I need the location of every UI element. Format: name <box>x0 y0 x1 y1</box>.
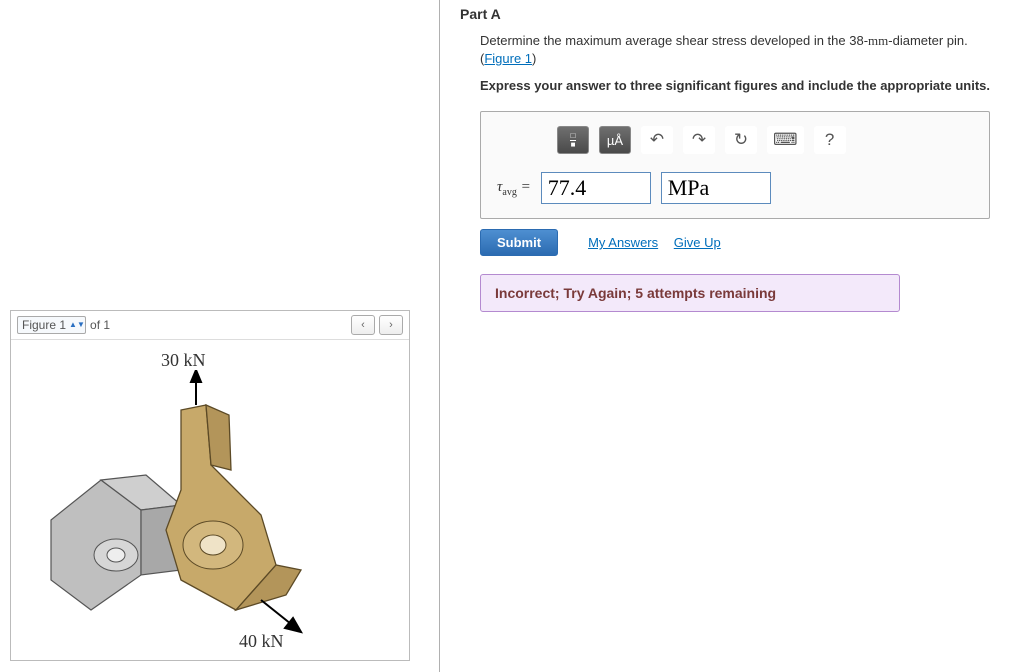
feedback-message: Incorrect; Try Again; 5 attempts remaini… <box>480 274 900 312</box>
force-label-bottom: 40 kN <box>239 631 284 652</box>
figure-next-button[interactable]: › <box>379 315 403 335</box>
value-input[interactable] <box>541 172 651 204</box>
undo-button[interactable]: ↶ <box>641 126 673 154</box>
answer-block: □■ µÅ ↶ ↷ ↻ ⌨ ? τavg = <box>480 111 990 219</box>
answer-toolbar: □■ µÅ ↶ ↷ ↻ ⌨ ? <box>557 126 973 154</box>
keyboard-button[interactable]: ⌨ <box>767 126 804 154</box>
my-answers-link[interactable]: My Answers <box>588 235 658 250</box>
submit-button[interactable]: Submit <box>480 229 558 256</box>
updown-icon: ▲▼ <box>69 322 81 328</box>
figure-body: 30 kN <box>11 340 409 660</box>
figure-header: Figure 1 ▲▼ of 1 ‹ › <box>11 311 409 340</box>
fraction-tool-button[interactable]: □■ <box>557 126 589 154</box>
figure-name: Figure 1 <box>22 318 66 332</box>
units-tool-button[interactable]: µÅ <box>599 126 631 154</box>
redo-button[interactable]: ↷ <box>683 126 715 154</box>
force-label-top: 30 kN <box>161 350 206 371</box>
figure-selector[interactable]: Figure 1 ▲▼ <box>17 316 86 334</box>
figure-of: of 1 <box>90 318 110 332</box>
reset-button[interactable]: ↻ <box>725 126 757 154</box>
part-title: Part A <box>460 6 1024 22</box>
help-button[interactable]: ? <box>814 126 846 154</box>
figure-link[interactable]: Figure 1 <box>484 51 532 66</box>
figure-panel: Figure 1 ▲▼ of 1 ‹ › 30 kN <box>10 310 410 661</box>
answer-input-row: τavg = <box>497 172 973 204</box>
mechanical-diagram <box>31 370 351 660</box>
question-prompt: Determine the maximum average shear stre… <box>480 32 1024 68</box>
tau-symbol: τavg = <box>497 179 531 198</box>
figure-prev-button[interactable]: ‹ <box>351 315 375 335</box>
answer-instruction: Express your answer to three significant… <box>480 78 1024 93</box>
give-up-link[interactable]: Give Up <box>674 235 721 250</box>
unit-input[interactable] <box>661 172 771 204</box>
action-row: Submit My Answers Give Up <box>480 229 1024 256</box>
